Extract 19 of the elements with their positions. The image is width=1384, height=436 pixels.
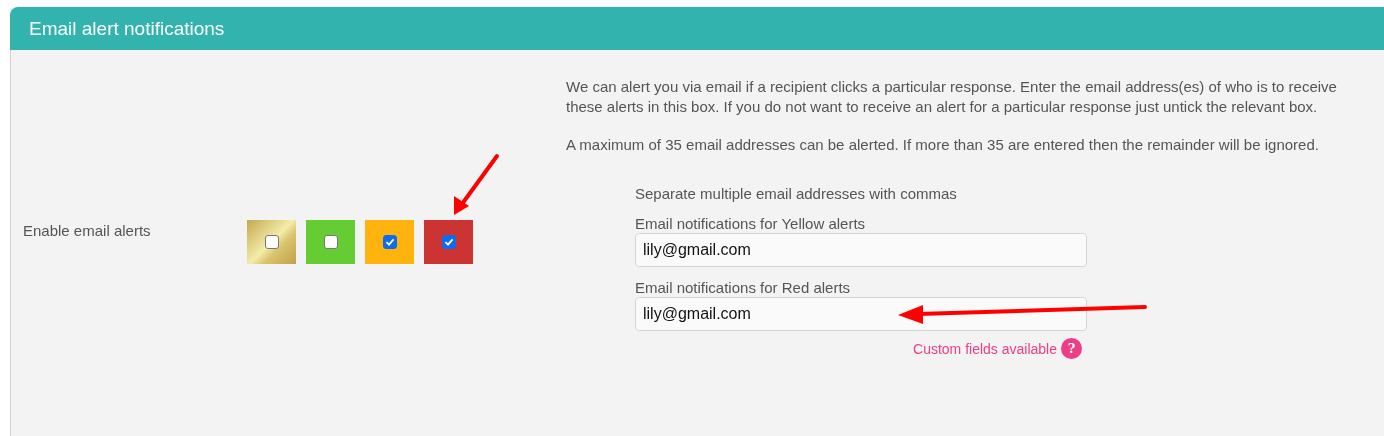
checkbox[interactable] [382, 235, 397, 249]
panel-title: Email alert notifications [29, 17, 225, 40]
annotation-arrow [454, 154, 499, 215]
checkbox[interactable] [264, 235, 279, 249]
help-icon[interactable]: ? [1061, 338, 1082, 359]
hint-text: Separate multiple email addresses with commas [635, 185, 958, 202]
field-label: Email notifications for Yellow alerts [635, 215, 867, 232]
alert-swatch[interactable] [247, 220, 296, 264]
email-field[interactable]: lily@gmail.com [635, 233, 1087, 267]
checkbox[interactable] [323, 235, 338, 249]
alert-swatch[interactable] [306, 220, 355, 264]
field-label: Email notifications for Red alerts [635, 279, 852, 296]
alert-swatch[interactable] [424, 220, 473, 264]
checkbox[interactable] [441, 235, 456, 249]
alert-swatch[interactable] [365, 220, 414, 264]
email-field[interactable]: lily@gmail.com [635, 297, 1087, 331]
enable-alerts-label: Enable email alerts [23, 222, 151, 239]
description-text: A maximum of 35 email addresses can be alerted. If more than 35 are entered then the remainder will be ignored. [566, 135, 1320, 155]
description-text: We can alert you via email if a recipient clicks a particular response. Enter the email address(es) of who is to receive these alerts in this box. If you do not want to receive an alert for a particular response just untick the relevant box. [566, 77, 1338, 117]
